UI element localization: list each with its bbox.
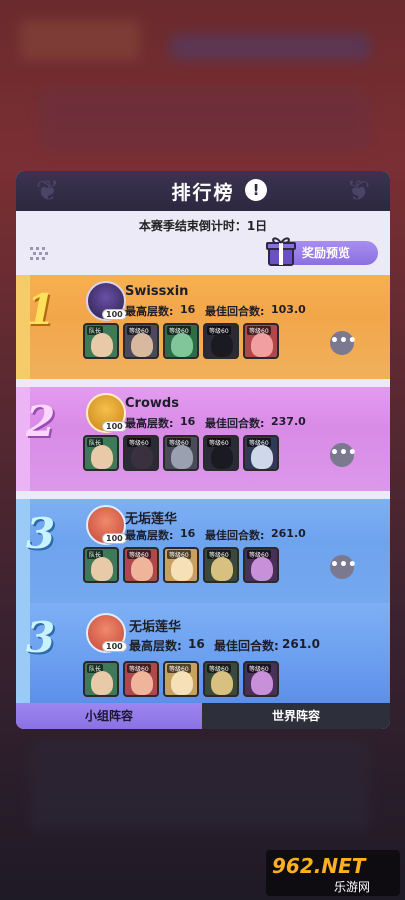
- pattern-icon: [30, 247, 48, 260]
- hero-portrait[interactable]: 队长: [83, 547, 119, 583]
- hero-portrait[interactable]: 等级60: [203, 661, 239, 697]
- rank-number: 2: [26, 397, 56, 446]
- hero-portrait[interactable]: 队长: [83, 661, 119, 697]
- hero-portrait[interactable]: 等级60: [163, 547, 199, 583]
- level-badge: 100: [102, 533, 127, 544]
- background-tile: [20, 20, 140, 60]
- tab-world-lineup[interactable]: 世界阵容: [202, 703, 390, 729]
- leaderboard-entry-3[interactable]: 3 100 无垢莲华 最高层数: 16 最佳回合数: 261.0 队长 等级60…: [16, 499, 390, 603]
- max-floor-value: 16: [180, 303, 196, 316]
- hero-portrait[interactable]: 等级60: [243, 661, 279, 697]
- max-floor-label: 最高层数:: [125, 305, 174, 318]
- hero-portrait[interactable]: 等级60: [203, 435, 239, 471]
- best-round-label: 最佳回合数:: [214, 639, 279, 653]
- best-round-value: 237.0: [271, 415, 306, 428]
- watermark: 962.NET 乐游网: [266, 850, 400, 896]
- player-name: 无垢莲华: [125, 512, 178, 527]
- leaderboard-entry-2[interactable]: 2 100 Crowds 最高层数: 16 最佳回合数: 237.0 队长 等级…: [16, 387, 390, 491]
- best-round-label: 最佳回合数:: [205, 529, 265, 542]
- best-round-value: 103.0: [271, 303, 306, 316]
- panel-header: ❦ ❦ 排行榜 !: [16, 171, 390, 211]
- player-name: 无垢莲华: [129, 620, 182, 635]
- background-tile: [40, 90, 370, 150]
- max-floor-value: 16: [188, 637, 205, 651]
- more-options-button[interactable]: •••: [330, 331, 357, 355]
- hero-portrait[interactable]: 队长: [83, 435, 119, 471]
- hero-portrait[interactable]: 等级60: [243, 547, 279, 583]
- rank-number: 3: [26, 509, 56, 558]
- level-badge: 100: [102, 309, 127, 320]
- max-floor-value: 16: [180, 527, 196, 540]
- hero-portrait[interactable]: 等级60: [163, 323, 199, 359]
- panel-title: 排行榜: [171, 182, 235, 204]
- leaderboard-panel: ❦ ❦ 排行榜 ! 本赛季结束倒计时：1日 奖励预览 1 100 Swissxi…: [16, 171, 390, 729]
- my-rank-entry[interactable]: 3 100 无垢莲华 最高层数: 16 最佳回合数: 261.0 队长 等级60…: [16, 603, 390, 703]
- tab-team-lineup[interactable]: 小组阵容: [16, 703, 202, 729]
- tab-bar: 小组阵容 世界阵容: [16, 703, 390, 729]
- hero-portrait[interactable]: 等级60: [243, 435, 279, 471]
- best-round-value: 261.0: [271, 527, 306, 540]
- more-options-button[interactable]: •••: [330, 555, 357, 579]
- hero-portrait[interactable]: 等级60: [163, 661, 199, 697]
- gift-icon: [266, 237, 296, 266]
- hero-portrait[interactable]: 等级60: [203, 323, 239, 359]
- best-round-label: 最佳回合数:: [205, 417, 265, 430]
- background-tile: [30, 740, 370, 830]
- player-name: Crowds: [125, 396, 179, 411]
- watermark-sub: 乐游网: [334, 880, 371, 894]
- hero-portrait[interactable]: 等级60: [123, 323, 159, 359]
- hero-portrait[interactable]: 等级60: [123, 547, 159, 583]
- hero-portrait[interactable]: 等级60: [203, 547, 239, 583]
- rank-number: 1: [26, 285, 56, 334]
- info-icon[interactable]: !: [245, 179, 267, 201]
- player-name: Swissxin: [125, 284, 189, 299]
- best-round-value: 261.0: [282, 637, 320, 651]
- rank-number: 3: [26, 613, 56, 662]
- watermark-brand: 962.NET: [272, 854, 366, 878]
- max-floor-label: 最高层数:: [129, 639, 182, 653]
- hero-portrait[interactable]: 等级60: [123, 435, 159, 471]
- level-badge: 100: [102, 421, 127, 432]
- leaderboard-entry-1[interactable]: 1 100 Swissxin 最高层数: 16 最佳回合数: 103.0 队长 …: [16, 275, 390, 379]
- max-floor-value: 16: [180, 415, 196, 428]
- level-badge: 100: [102, 641, 127, 652]
- best-round-label: 最佳回合数:: [205, 305, 265, 318]
- hero-portrait[interactable]: 队长: [83, 323, 119, 359]
- hero-portrait[interactable]: 等级60: [163, 435, 199, 471]
- more-options-button[interactable]: •••: [330, 443, 357, 467]
- season-countdown: 本赛季结束倒计时：1日: [138, 219, 268, 233]
- max-floor-label: 最高层数:: [125, 529, 174, 542]
- hero-portrait[interactable]: 等级60: [123, 661, 159, 697]
- hero-portrait[interactable]: 等级60: [243, 323, 279, 359]
- max-floor-label: 最高层数:: [125, 417, 174, 430]
- background-tile: [170, 34, 370, 60]
